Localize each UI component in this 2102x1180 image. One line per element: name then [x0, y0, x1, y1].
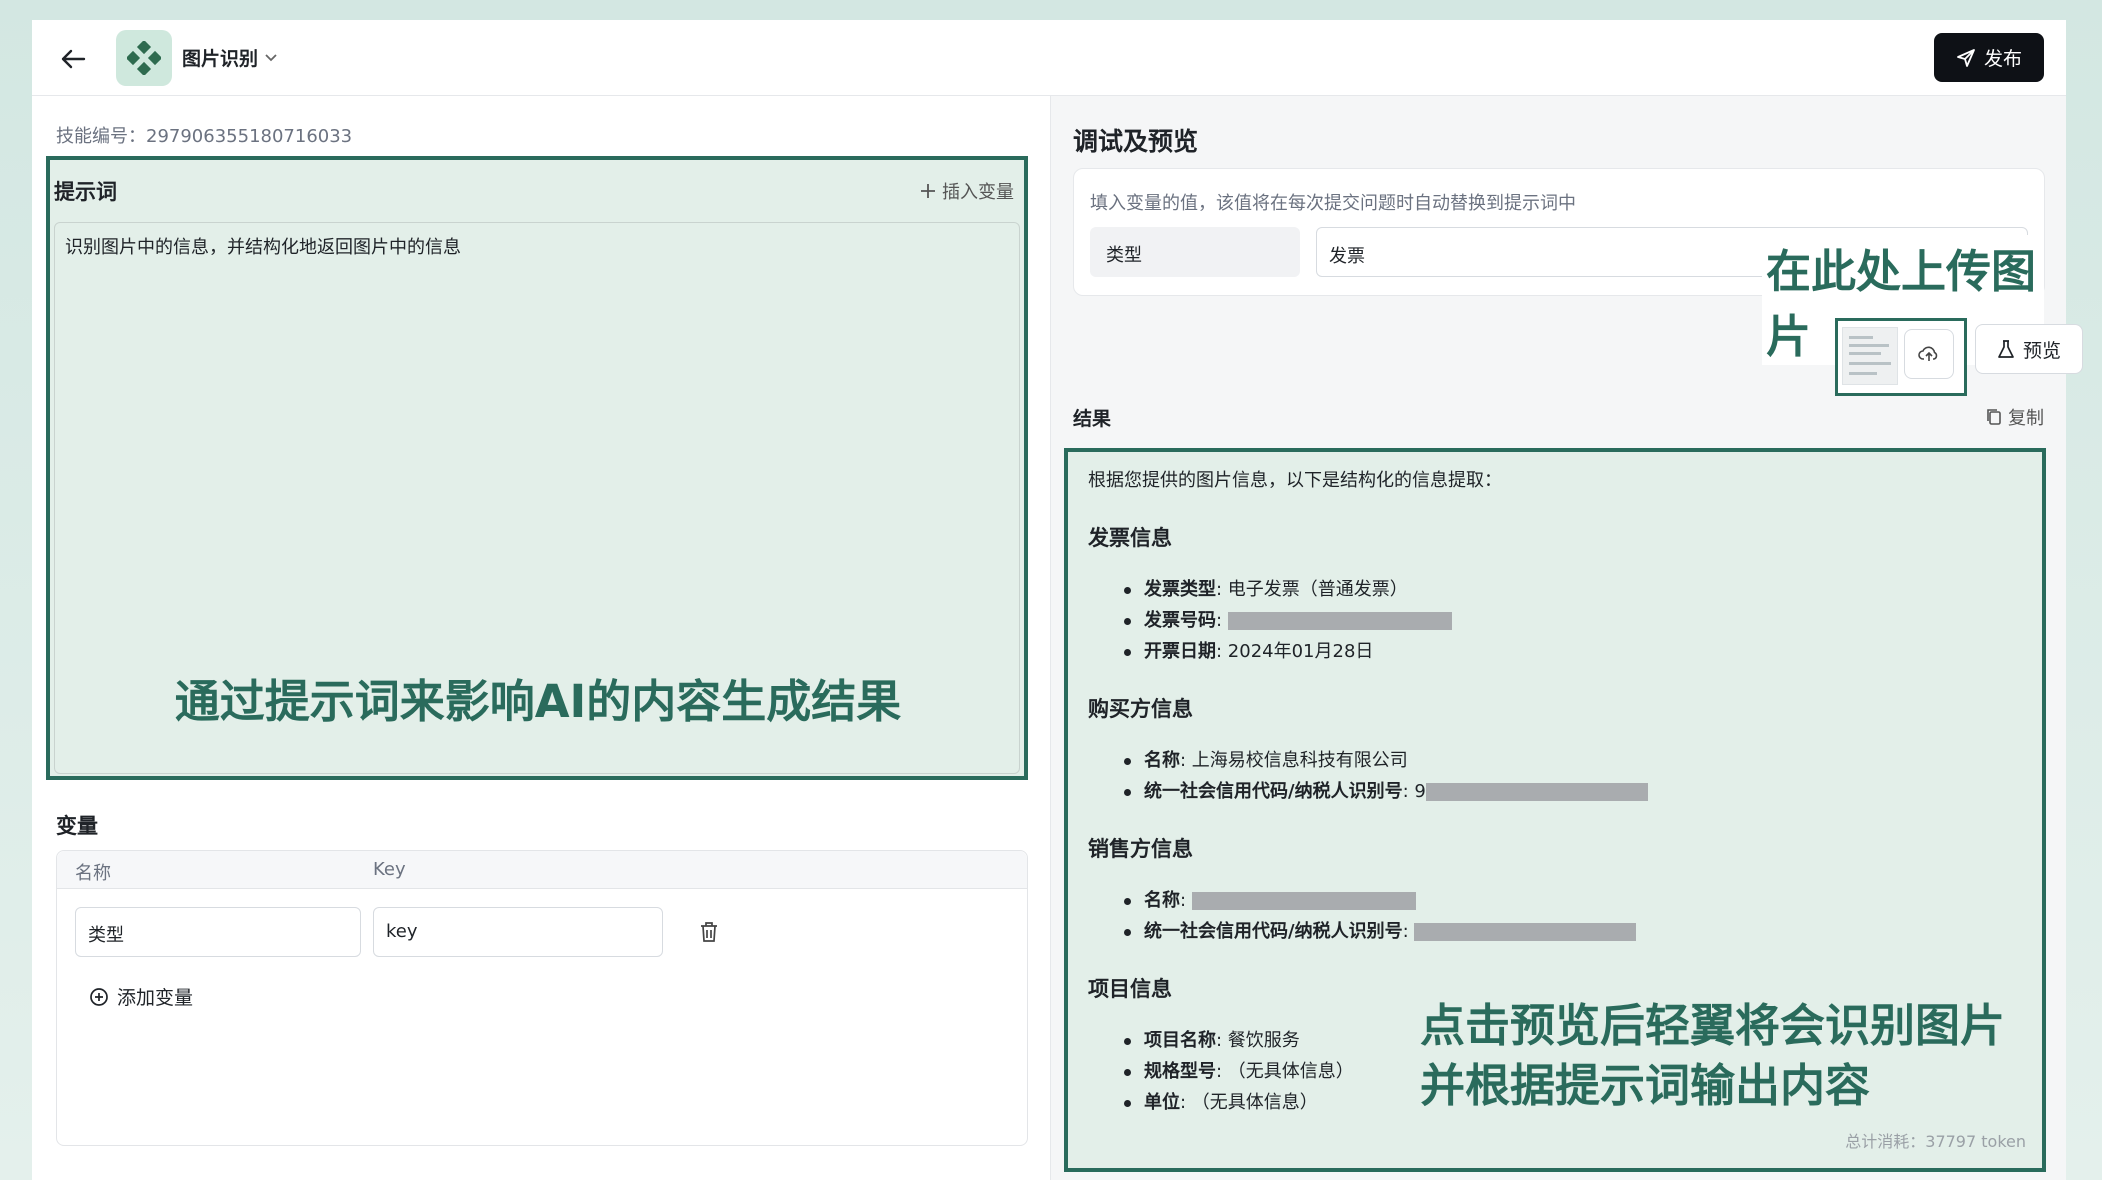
publish-button[interactable]: 发布 — [1934, 33, 2044, 82]
section-heading: 购买方信息 — [1088, 697, 1193, 721]
item-key: 统一社会信用代码/纳税人识别号 — [1144, 921, 1403, 942]
item-key: 发票号码 — [1144, 610, 1216, 631]
list-item: 发票类型: 电子发票（普通发票） — [1124, 574, 2018, 605]
upload-area — [1835, 318, 1967, 396]
prompt-heading: 提示词 — [54, 180, 117, 204]
arrow-left-icon — [61, 49, 86, 69]
list-item: 统一社会信用代码/纳税人识别号: 9 — [1124, 776, 2018, 807]
section-list: 发票类型: 电子发票（普通发票） 发票号码: 开票日期: 2024年01月28日 — [1124, 574, 2018, 667]
back-button[interactable] — [56, 42, 90, 76]
item-key: 开票日期 — [1144, 641, 1216, 662]
column-name: 名称 — [75, 863, 111, 884]
item-value: : 餐饮服务 — [1216, 1030, 1300, 1051]
insert-variable-label: 插入变量 — [942, 182, 1014, 203]
item-value: : 9 — [1402, 781, 1426, 802]
diamond-cluster-icon — [127, 41, 161, 75]
preview-label: 预览 — [2022, 339, 2061, 362]
list-item: 开票日期: 2024年01月28日 — [1124, 636, 2018, 667]
token-total: 总计消耗：37797 token — [1845, 1132, 2026, 1151]
item-key: 发票类型 — [1144, 579, 1216, 600]
app-name-dropdown[interactable]: 图片识别 — [182, 44, 278, 71]
section-list: 名称: 统一社会信用代码/纳税人识别号: — [1124, 885, 2018, 947]
variable-hint: 填入变量的值，该值将在每次提交问题时自动替换到提示词中 — [1090, 193, 1576, 214]
prompt-section: 提示词 插入变量 识别图片中的信息，并结构化地返回图片中的信息 通过提示词来影响… — [46, 156, 1028, 780]
column-key: Key — [373, 859, 406, 880]
prompt-text: 识别图片中的信息，并结构化地返回图片中的信息 — [65, 237, 461, 258]
add-variable-label: 添加变量 — [117, 987, 194, 1009]
skill-id: 技能编号：297906355180716033 — [56, 126, 353, 147]
list-item: 发票号码: — [1124, 605, 2018, 636]
add-variable-button[interactable]: 添加变量 — [89, 983, 193, 1010]
item-value: : — [1216, 610, 1228, 631]
annotation-line: 点击预览后轻翼将会识别图片 — [1420, 999, 2006, 1052]
chevron-down-icon — [265, 53, 277, 61]
variables-table: 名称 Key 类型 key 添加变量 — [56, 850, 1028, 1146]
item-value: : 2024年01月28日 — [1216, 641, 1374, 662]
section-heading: 发票信息 — [1088, 526, 1172, 550]
item-key: 项目名称 — [1144, 1030, 1216, 1051]
item-key: 单位 — [1144, 1092, 1180, 1113]
app-name: 图片识别 — [182, 48, 259, 70]
preview-button[interactable]: 预览 — [1975, 324, 2083, 374]
publish-label: 发布 — [1983, 48, 2022, 70]
redacted-value — [1191, 892, 1416, 910]
item-value: : — [1180, 890, 1192, 911]
send-icon — [1957, 48, 1975, 67]
trash-icon — [701, 922, 717, 942]
insert-variable-button[interactable]: 插入变量 — [920, 178, 1014, 204]
cloud-upload-icon — [1918, 346, 1938, 361]
list-item: 名称: 上海易校信息科技有限公司 — [1124, 745, 2018, 776]
uploaded-image-thumbnail[interactable] — [1842, 327, 1898, 385]
app-window: 图片识别 发布 技能编号：297906355180716033 提示词 插入变量… — [32, 20, 2083, 1180]
result-label: 结果 — [1073, 408, 1112, 430]
list-item: 名称: — [1124, 885, 2018, 916]
redacted-value — [1425, 783, 1648, 801]
annotation-line: 并根据提示词输出内容 — [1420, 1059, 1871, 1112]
variable-name-input[interactable]: 类型 — [75, 907, 361, 957]
copy-label: 复制 — [2008, 408, 2044, 429]
variables-heading: 变量 — [56, 814, 98, 838]
upload-image-button[interactable] — [1904, 329, 1954, 379]
plus-circle-icon — [90, 987, 108, 1006]
debug-title: 调试及预览 — [1073, 127, 1199, 156]
redacted-value — [1227, 612, 1452, 630]
item-value: : 上海易校信息科技有限公司 — [1180, 750, 1408, 771]
prompt-annotation: 通过提示词来影响AI的内容生成结果 — [174, 675, 902, 728]
variable-key-input[interactable]: key — [373, 907, 663, 957]
item-key: 规格型号 — [1144, 1061, 1216, 1082]
variable-values-card: 填入变量的值，该值将在每次提交问题时自动替换到提示词中 类型 发票 在此处上传图… — [1073, 168, 2045, 365]
app-logo — [116, 30, 172, 86]
item-key: 名称 — [1144, 890, 1180, 911]
section-list: 名称: 上海易校信息科技有限公司 统一社会信用代码/纳税人识别号: 9 — [1124, 745, 2018, 807]
flask-icon — [1998, 340, 2014, 358]
prompt-textarea[interactable]: 识别图片中的信息，并结构化地返回图片中的信息 通过提示词来影响AI的内容生成结果 — [54, 222, 1020, 774]
item-value: : 电子发票（普通发票） — [1216, 579, 1408, 600]
header: 图片识别 发布 — [32, 20, 2066, 96]
redacted-value — [1414, 923, 1637, 941]
item-key: 统一社会信用代码/纳税人识别号 — [1144, 781, 1403, 802]
variables-table-header: 名称 Key — [57, 851, 1027, 889]
delete-variable-button[interactable] — [695, 917, 723, 947]
item-value: : （无具体信息） — [1216, 1061, 1354, 1082]
item-key: 名称 — [1144, 750, 1180, 771]
result-intro: 根据您提供的图片信息，以下是结构化的信息提取： — [1088, 470, 1502, 491]
result-output: 根据您提供的图片信息，以下是结构化的信息提取： 发票信息 发票类型: 电子发票（… — [1064, 448, 2046, 1172]
item-value: : — [1402, 921, 1415, 942]
copy-icon — [1987, 409, 2001, 425]
item-value: : （无具体信息） — [1180, 1092, 1318, 1113]
copy-button[interactable]: 复制 — [1986, 404, 2044, 430]
variable-label: 类型 — [1090, 227, 1300, 277]
result-annotation: 点击预览后轻翼将会识别图片 并根据提示词输出内容 — [1420, 996, 2005, 1116]
list-item: 统一社会信用代码/纳税人识别号: — [1124, 916, 2018, 947]
section-heading: 销售方信息 — [1088, 837, 1193, 861]
plus-icon — [921, 184, 935, 198]
